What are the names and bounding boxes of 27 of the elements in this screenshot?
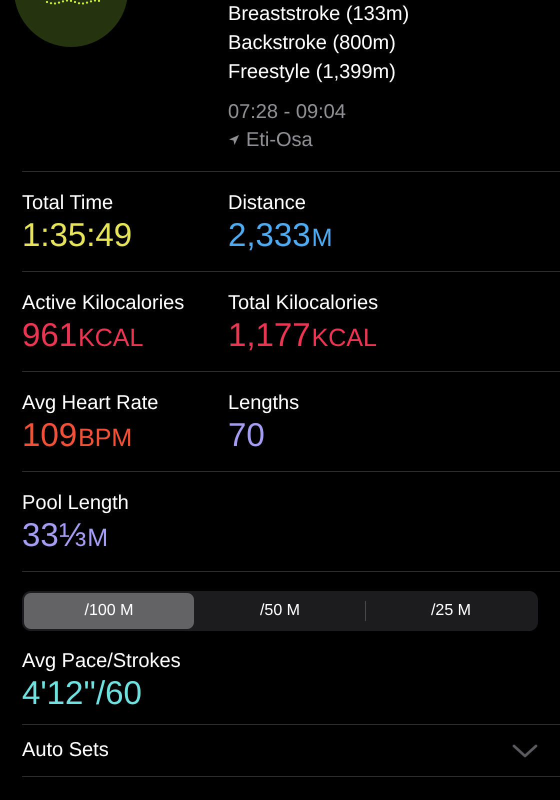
auto-sets-row[interactable]: Auto Sets [22, 725, 560, 777]
metric-label: Avg Pace/Strokes [22, 649, 182, 674]
metric-value: 1:35:49 [22, 216, 134, 254]
stroke-distance: Freestyle (1,399m) [228, 60, 397, 85]
metric-value: 4'12''/60 [22, 674, 143, 712]
metric-label: Lengths [228, 391, 300, 416]
metric-label: Pool Length [22, 491, 130, 516]
metric-label: Total Time [22, 191, 114, 216]
metric-value: 109BPM [22, 416, 134, 455]
metric-value: 1,177KCAL [228, 316, 378, 355]
metric-label: Total Kilocalories [228, 291, 380, 316]
pace-unit-tab[interactable]: /25 M [366, 593, 536, 629]
time-range: 07:28 - 09:04 [228, 100, 347, 125]
metric-value: 961KCAL [22, 316, 144, 355]
pace-unit-tab[interactable]: /50 M [195, 593, 365, 629]
metric-label: Avg Heart Rate [22, 391, 160, 416]
location-arrow-icon [228, 134, 240, 146]
stroke-distance: Breaststroke (133m) [228, 2, 410, 27]
metric-label: Distance [228, 191, 307, 216]
metric-value: 33⅓M [22, 516, 110, 555]
metric-value: 70 [228, 416, 266, 454]
pace-unit-tab[interactable]: /100 M [24, 593, 194, 629]
auto-sets-label: Auto Sets [22, 739, 109, 762]
stroke-distance: Backstroke (800m) [228, 31, 397, 56]
metric-label: Active Kilocalories [22, 291, 186, 316]
metric-value: 2,333M [228, 216, 334, 255]
location-name: Eti-Osa [246, 128, 313, 153]
